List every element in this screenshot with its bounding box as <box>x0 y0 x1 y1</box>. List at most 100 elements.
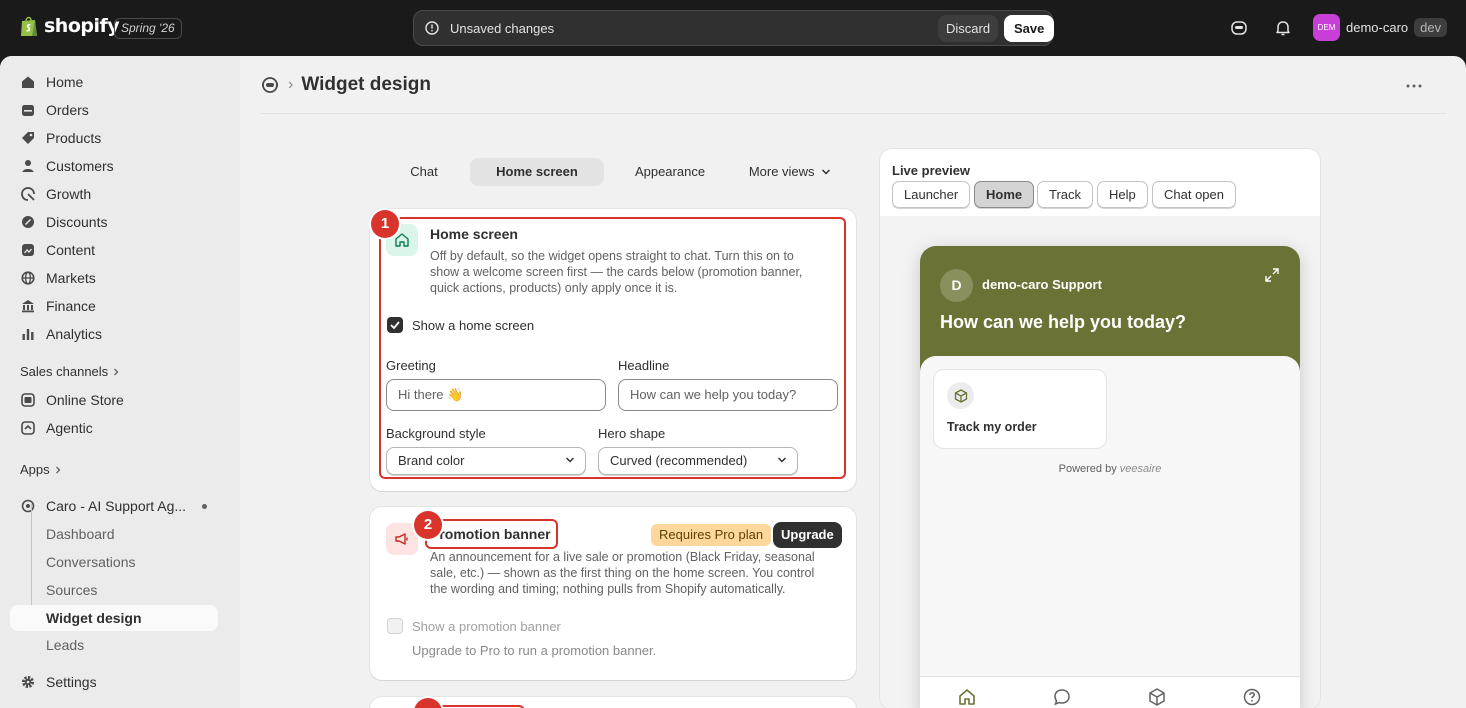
promotion-banner-card: Promotion banner Requires Pro plan Upgra… <box>370 507 856 680</box>
step-marker-1: 1 <box>371 210 399 238</box>
hero-shape-value: Curved (recommended) <box>610 453 748 468</box>
promotion-desc-3: the wording and timing; nothing pulls fr… <box>430 582 786 596</box>
more-actions-icon[interactable] <box>1406 84 1422 88</box>
store-name: demo-caro <box>1346 20 1409 35</box>
widget-support-name: demo-caro Support <box>982 277 1102 292</box>
sales-channels-heading[interactable]: Sales channels <box>20 364 120 379</box>
sidebar-item-analytics[interactable]: Analytics <box>10 321 218 347</box>
promotion-desc-1: An announcement for a live sale or promo… <box>430 550 815 564</box>
sidebar-item-customers[interactable]: Customers <box>10 153 218 179</box>
hero-shape-label: Hero shape <box>598 426 666 441</box>
chevron-down-icon <box>822 169 831 175</box>
sidebar-item-orders[interactable]: Orders <box>10 97 218 123</box>
home-screen-title: Home screen <box>430 226 518 242</box>
show-promotion-label: Show a promotion banner <box>412 619 561 634</box>
live-preview-title: Live preview <box>892 163 971 178</box>
discount-icon <box>20 214 36 230</box>
admin-shell: Home Orders Products Customers Growth Di… <box>0 56 1466 708</box>
track-order-label: Track my order <box>947 420 1037 434</box>
sidebar-item-discounts[interactable]: Discounts <box>10 209 218 235</box>
sidebar-item-markets[interactable]: Markets <box>10 265 218 291</box>
sidebar-item-label: Caro - AI Support Ag... <box>46 498 187 514</box>
next-card <box>370 697 856 708</box>
powered-by-brand: veesaire <box>1119 463 1162 475</box>
sidebar-subitem-sources[interactable]: Sources <box>10 577 218 603</box>
main-content: › Widget design Chat Home screen Appeara… <box>240 56 1466 708</box>
sidebar-item-finance[interactable]: Finance <box>10 293 218 319</box>
tab-more-views-label: More views <box>748 164 815 179</box>
headline-input[interactable]: How can we help you today? <box>618 379 838 411</box>
sidekick-icon[interactable] <box>1230 19 1248 37</box>
page-title: Widget design <box>301 74 431 95</box>
upgrade-button[interactable]: Upgrade <box>773 522 842 548</box>
shopify-logo[interactable]: shopify <box>20 15 120 37</box>
sidebar-item-products[interactable]: Products <box>10 125 218 151</box>
sidebar-item-growth[interactable]: Growth <box>10 181 218 207</box>
edition-badge[interactable]: Spring '26 <box>114 18 182 39</box>
tab-home-screen[interactable]: Home screen <box>470 158 604 186</box>
greeting-label: Greeting <box>386 358 436 373</box>
chat-bubble-icon[interactable] <box>1052 687 1072 707</box>
shopping-bag-icon <box>21 16 37 36</box>
powered-by: Powered by veesaire <box>920 463 1300 475</box>
preview-launcher-button[interactable]: Launcher <box>892 181 971 208</box>
apps-heading[interactable]: Apps <box>20 462 62 477</box>
sidebar-subitem-dashboard[interactable]: Dashboard <box>10 521 218 547</box>
show-home-screen-label: Show a home screen <box>412 318 535 333</box>
gear-icon <box>20 674 36 690</box>
preview-track-button[interactable]: Track <box>1037 181 1094 208</box>
growth-icon <box>20 186 36 202</box>
preview-help-button[interactable]: Help <box>1097 181 1148 208</box>
caro-app-icon[interactable] <box>260 75 280 95</box>
person-icon <box>20 158 36 174</box>
sidebar-subitem-widget-design[interactable]: Widget design <box>10 605 218 631</box>
sidebar-item-settings[interactable]: Settings <box>10 669 218 695</box>
breadcrumb: › Widget design <box>260 74 431 96</box>
preview-chat-open-button[interactable]: Chat open <box>1152 181 1236 208</box>
headline-label: Headline <box>618 358 670 373</box>
help-circle-icon[interactable] <box>1242 687 1262 707</box>
tab-chat[interactable]: Chat <box>390 158 458 186</box>
step-marker-2: 2 <box>414 511 442 539</box>
tab-appearance[interactable]: Appearance <box>620 158 720 186</box>
home-outline-icon[interactable] <box>957 687 977 707</box>
unsaved-changes-text: Unsaved changes <box>450 21 555 36</box>
apps-label: Apps <box>20 462 50 477</box>
sidebar-subitem-leads[interactable]: Leads <box>10 633 218 651</box>
save-button[interactable]: Save <box>1004 15 1055 42</box>
store-menu[interactable]: DEM demo-caro dev <box>1313 14 1448 41</box>
discard-button[interactable]: Discard <box>938 15 999 42</box>
show-promotion-checkbox[interactable] <box>387 618 403 634</box>
sidebar-item-agentic[interactable]: Agentic <box>10 415 218 441</box>
step-marker-3 <box>414 698 442 708</box>
package-icon[interactable] <box>1147 687 1167 707</box>
sidebar-item-content[interactable]: Content <box>10 237 218 263</box>
sidebar-subitem-label: Dashboard <box>46 526 115 542</box>
widget-body: Track my order Powered by veesaire <box>920 356 1300 708</box>
top-bar: shopify Spring '26 Unsaved changes Disca… <box>0 0 1466 56</box>
track-order-card[interactable]: Track my order <box>934 370 1106 448</box>
upgrade-hint: Upgrade to Pro to run a promotion banner… <box>412 643 657 658</box>
megaphone-icon <box>386 523 418 555</box>
widget-bottom-nav <box>920 676 1300 708</box>
greeting-input[interactable]: Hi there 👋 <box>386 379 606 411</box>
sidebar-subitem-conversations[interactable]: Conversations <box>10 549 218 575</box>
bell-icon[interactable] <box>1274 19 1292 37</box>
background-style-select[interactable]: Brand color <box>386 447 586 475</box>
caro-app-icon <box>20 498 36 514</box>
app-status-dot <box>202 504 207 509</box>
agentic-icon <box>20 420 36 436</box>
sidebar-item-label: Online Store <box>46 392 124 408</box>
preview-home-button[interactable]: Home <box>974 181 1035 208</box>
promotion-desc-2: sale, etc.) — shown as the first thing o… <box>430 566 815 580</box>
sidebar-item-caro-app[interactable]: Caro - AI Support Ag... <box>10 493 218 519</box>
chevron-right-icon <box>114 368 119 375</box>
show-home-screen-checkbox[interactable] <box>387 317 403 333</box>
expand-icon[interactable] <box>1265 268 1279 282</box>
sidebar-item-home[interactable]: Home <box>10 69 218 95</box>
store-env-badge: dev <box>1414 18 1448 37</box>
tab-more-views[interactable]: More views <box>740 158 840 186</box>
hero-shape-select[interactable]: Curved (recommended) <box>598 447 798 475</box>
sidebar-item-online-store[interactable]: Online Store <box>10 387 218 413</box>
sidebar-item-label: Content <box>46 242 96 258</box>
